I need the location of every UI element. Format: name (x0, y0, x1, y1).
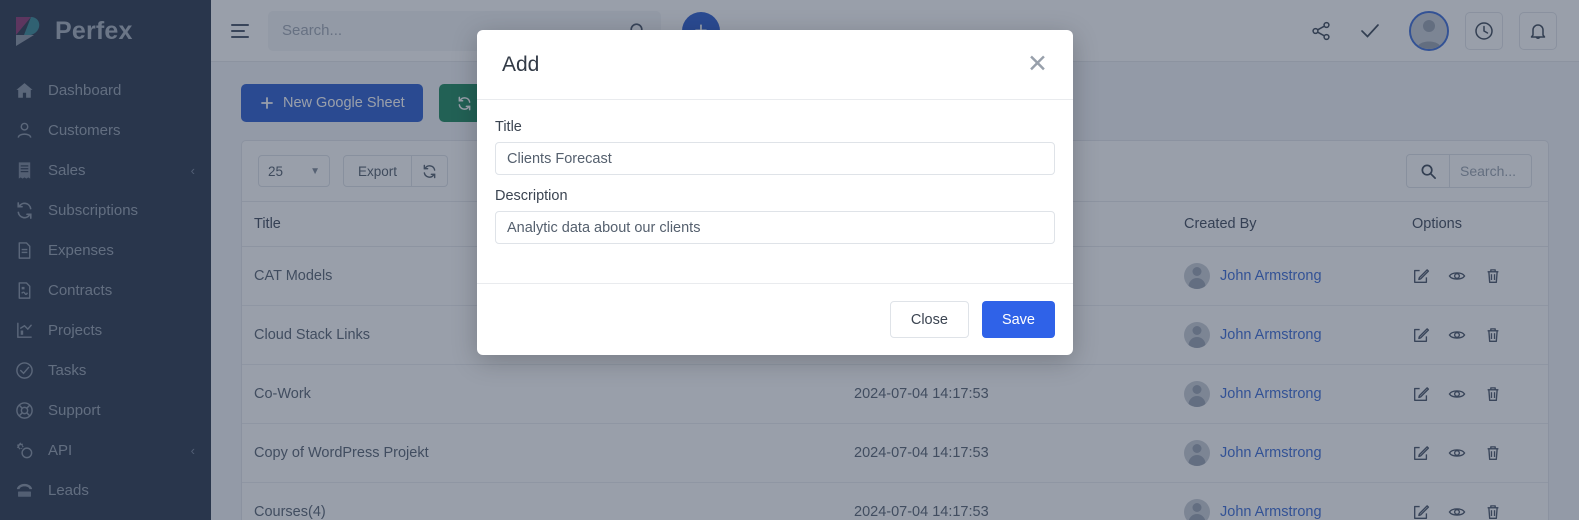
save-button[interactable]: Save (981, 301, 1055, 338)
close-button[interactable]: Close (889, 301, 969, 338)
field-label: Description (495, 188, 568, 204)
field-description: Description (495, 188, 1055, 244)
modal-header: Add ✕ (477, 30, 1073, 100)
field-label: Title (495, 119, 522, 135)
description-input[interactable] (495, 211, 1055, 244)
modal-footer: Close Save (477, 283, 1073, 355)
close-icon[interactable]: ✕ (1027, 52, 1048, 77)
add-modal: Add ✕ Title Description Close Save (477, 30, 1073, 355)
modal-body: Title Description (477, 100, 1073, 283)
title-input[interactable] (495, 142, 1055, 175)
field-title: Title (495, 119, 1055, 175)
modal-title: Add (502, 52, 540, 76)
app-root: Perfex Dashboard Customers Sales ‹ Subscript… (0, 0, 1579, 520)
